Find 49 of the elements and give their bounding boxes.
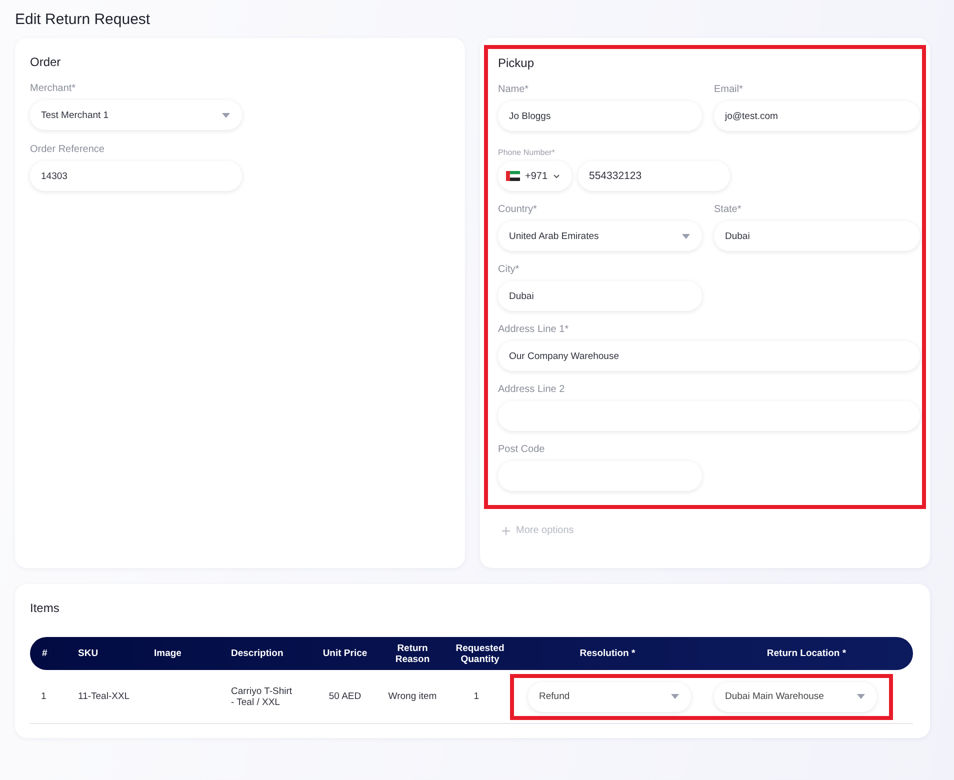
country-code-select[interactable]: +971	[498, 161, 572, 191]
chevron-down-icon	[552, 174, 560, 178]
input-field[interactable]: 14303	[30, 161, 242, 191]
field-label: Post Code	[498, 444, 546, 455]
field-label: Address Line 2	[498, 384, 566, 395]
input-field[interactable]: Our Company Warehouse	[498, 341, 920, 371]
input-field[interactable]: Dubai	[498, 281, 702, 311]
table-cell: 1	[474, 691, 479, 702]
table-cell: 11-Teal-XXL	[78, 691, 130, 702]
phone-input-field[interactable]: 554332123	[578, 161, 730, 191]
section-title: Order	[30, 55, 62, 69]
column-header: Description	[230, 648, 284, 659]
input-field[interactable]: jo@test.com	[714, 101, 920, 131]
field-label: Name*	[498, 84, 530, 95]
dropdown-caret-icon	[682, 234, 690, 238]
table-cell: Wrong item	[388, 691, 437, 702]
column-header: Return Reason	[394, 642, 431, 664]
resolution-select[interactable]: Refund	[528, 682, 691, 712]
table-cell: 1	[41, 691, 46, 702]
field-label: Merchant*	[30, 83, 77, 94]
field-label: Order Reference	[30, 144, 106, 155]
plus-icon	[502, 526, 510, 534]
field-label: Email*	[714, 84, 744, 95]
section-title: Pickup	[498, 56, 536, 70]
field-label: Address Line 1*	[498, 324, 570, 335]
table-cell: 50 AED	[328, 691, 362, 702]
section-title: Items	[30, 601, 60, 615]
column-header: Requested Quantity	[454, 642, 506, 664]
column-header: Unit Price	[322, 648, 368, 659]
flag-icon	[506, 171, 520, 181]
column-header: Resolution *	[578, 648, 636, 659]
column-header: Return Location *	[766, 648, 848, 659]
field-label: State*	[714, 204, 742, 215]
column-header: Image	[153, 648, 182, 659]
select-field[interactable]: Test Merchant 1	[30, 100, 242, 130]
dropdown-caret-icon	[857, 694, 865, 699]
page-title: Edit Return Request	[15, 10, 152, 30]
input-field[interactable]: Dubai	[714, 221, 920, 251]
dropdown-caret-icon	[222, 112, 230, 118]
field-label: Country*	[498, 204, 538, 215]
input-field[interactable]: Jo Bloggs	[498, 101, 702, 131]
column-header: SKU	[77, 648, 100, 659]
select-field[interactable]: United Arab Emirates	[498, 221, 702, 251]
column-header: #	[41, 648, 48, 659]
return-location-select[interactable]: Dubai Main Warehouse	[714, 682, 877, 712]
dropdown-caret-icon	[671, 694, 679, 699]
field-label: Phone Number*	[498, 148, 556, 157]
field-label: City*	[498, 264, 520, 275]
table-cell: Carriyo T-Shirt - Teal / XXL	[231, 686, 292, 708]
